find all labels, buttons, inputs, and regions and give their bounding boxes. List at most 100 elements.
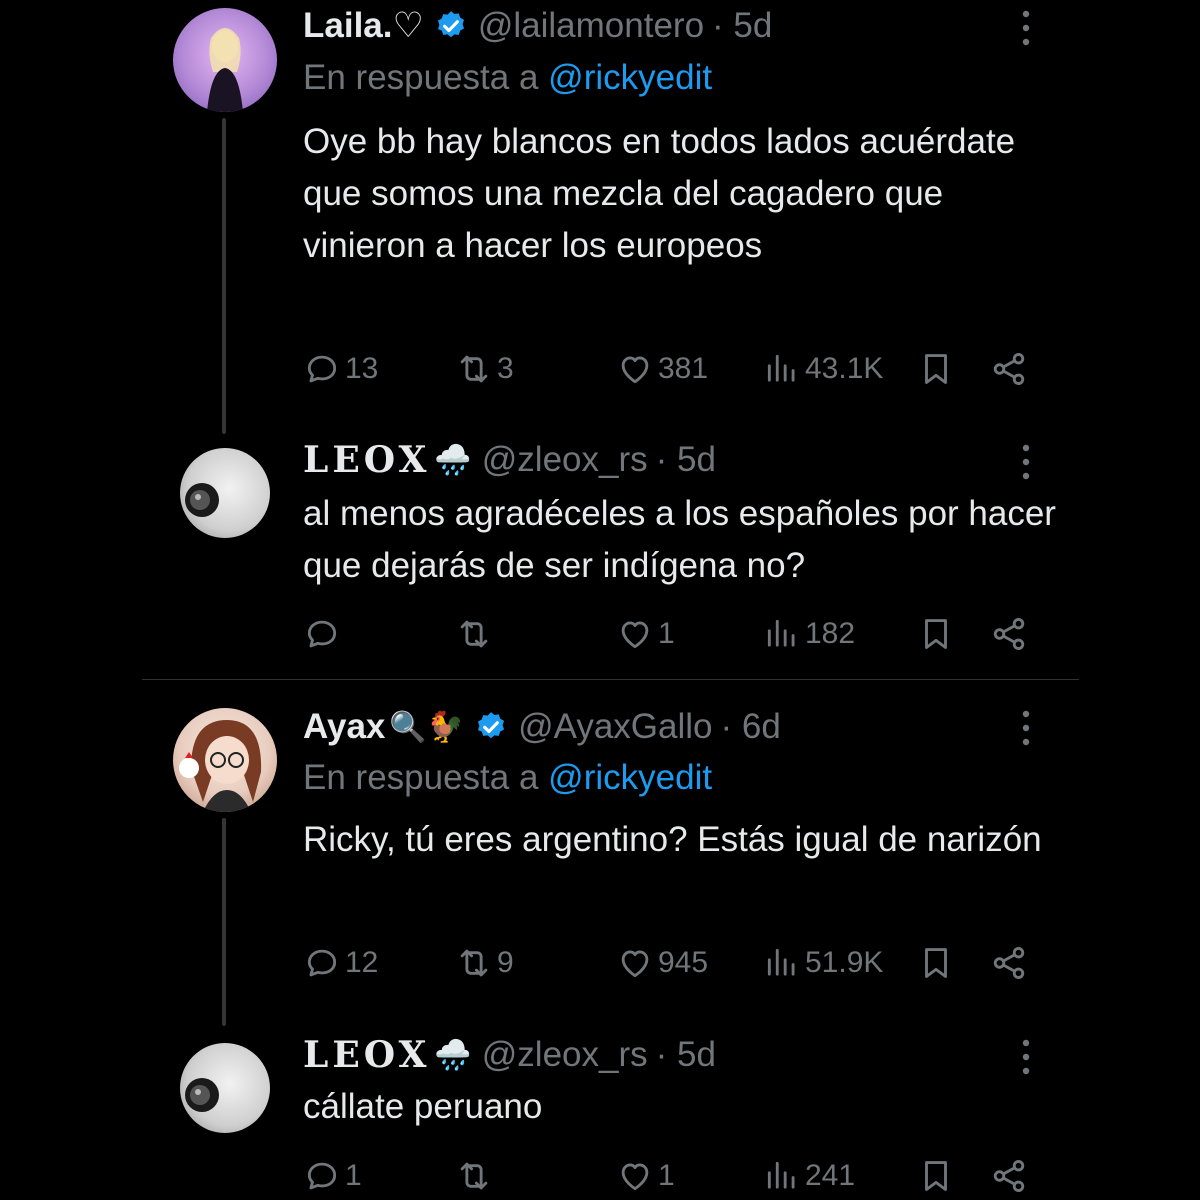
thread-line xyxy=(222,118,226,434)
views-button[interactable]: 43.1K xyxy=(763,347,883,391)
avatar-image xyxy=(207,28,243,112)
reply-icon xyxy=(303,615,341,653)
display-name-emoji: 🌧️ xyxy=(434,1038,472,1072)
bookmark-icon xyxy=(917,944,955,982)
avatar[interactable] xyxy=(180,448,270,538)
like-button[interactable]: 1 xyxy=(616,1154,675,1198)
thread-line xyxy=(222,818,226,1026)
reply-prefix: En respuesta a xyxy=(303,58,539,97)
display-name-emoji: 🌧️ xyxy=(434,443,472,477)
bookmark-button[interactable] xyxy=(917,347,955,391)
reply-context: En respuesta a @rickyedit xyxy=(303,758,712,798)
views-button[interactable]: 241 xyxy=(763,1154,855,1198)
like-button[interactable]: 945 xyxy=(616,941,708,985)
like-count: 1 xyxy=(658,1159,675,1192)
views-icon xyxy=(763,615,801,653)
avatar-image xyxy=(185,1078,219,1112)
post-time[interactable]: · 6d xyxy=(721,707,781,747)
more-options-icon[interactable] xyxy=(1016,8,1036,48)
bookmark-button[interactable] xyxy=(917,941,955,985)
reply-button[interactable] xyxy=(303,612,345,656)
verified-badge-icon xyxy=(434,9,468,43)
avatar-image xyxy=(185,483,219,517)
verified-badge-icon xyxy=(474,710,508,744)
user-handle[interactable]: @lailamontero xyxy=(478,6,704,46)
like-count: 945 xyxy=(658,946,709,979)
retweet-count: 3 xyxy=(497,352,514,385)
tweet-laila[interactable]: Laila.♡ @lailamontero · 5d En respuesta … xyxy=(0,0,1200,434)
reply-icon xyxy=(303,1157,341,1195)
display-name[interactable]: LEOX xyxy=(303,1034,430,1076)
view-count: 241 xyxy=(805,1159,856,1192)
bookmark-icon xyxy=(917,1157,955,1195)
reply-icon xyxy=(303,944,341,982)
reply-button[interactable]: 13 xyxy=(303,347,378,391)
tweet-header: LEOX 🌧️ @zleox_rs · 5d xyxy=(303,438,716,482)
display-name-emoji: 🔍🐓 xyxy=(389,710,465,744)
bookmark-button[interactable] xyxy=(917,1154,955,1198)
retweet-icon xyxy=(455,944,493,982)
display-name[interactable]: LEOX xyxy=(303,439,430,481)
view-count: 51.9K xyxy=(805,946,884,979)
reply-mention-link[interactable]: @rickyedit xyxy=(548,58,712,97)
like-button[interactable]: 1 xyxy=(616,612,675,656)
bookmark-button[interactable] xyxy=(917,612,955,656)
avatar-image xyxy=(179,720,262,812)
retweet-icon xyxy=(455,350,493,388)
retweet-button[interactable]: 3 xyxy=(455,347,514,391)
display-name[interactable]: Laila.♡ xyxy=(303,6,424,46)
thread-divider xyxy=(142,679,1079,680)
tweet-header: LEOX 🌧️ @zleox_rs · 5d xyxy=(303,1033,716,1077)
more-options-icon[interactable] xyxy=(1016,1037,1036,1077)
share-icon xyxy=(990,944,1028,982)
more-options-icon[interactable] xyxy=(1016,442,1036,482)
tweet-leox-2[interactable]: LEOX 🌧️ @zleox_rs · 5d cállate peruano 1… xyxy=(0,1025,1200,1200)
post-time[interactable]: · 5d xyxy=(656,440,716,480)
avatar[interactable] xyxy=(173,8,277,112)
retweet-button[interactable]: 9 xyxy=(455,941,514,985)
retweet-button[interactable] xyxy=(455,612,497,656)
like-icon xyxy=(616,350,654,388)
retweet-button[interactable] xyxy=(455,1154,497,1198)
user-handle[interactable]: @zleox_rs xyxy=(482,440,648,480)
views-icon xyxy=(763,944,801,982)
views-icon xyxy=(763,1157,801,1195)
retweet-count: 9 xyxy=(497,946,514,979)
reply-mention-link[interactable]: @rickyedit xyxy=(548,758,712,797)
avatar[interactable] xyxy=(180,1043,270,1133)
reply-count: 1 xyxy=(345,1159,362,1192)
more-options-icon[interactable] xyxy=(1016,708,1036,748)
tweet-text: Oye bb hay blancos en todos lados acuérd… xyxy=(303,122,1016,265)
tweet-text: al menos agradéceles a los españoles por… xyxy=(303,494,1056,585)
share-button[interactable] xyxy=(990,612,1028,656)
bookmark-icon xyxy=(917,615,955,653)
retweet-icon xyxy=(455,615,493,653)
display-name[interactable]: Ayax xyxy=(303,707,385,747)
post-time[interactable]: · 5d xyxy=(712,6,772,46)
share-icon xyxy=(990,615,1028,653)
reply-prefix: En respuesta a xyxy=(303,758,539,797)
user-handle[interactable]: @AyaxGallo xyxy=(518,707,712,747)
like-icon xyxy=(616,944,654,982)
reply-button[interactable]: 12 xyxy=(303,941,378,985)
share-button[interactable] xyxy=(990,1154,1028,1198)
views-button[interactable]: 182 xyxy=(763,612,855,656)
user-handle[interactable]: @zleox_rs xyxy=(482,1035,648,1075)
tweet-header: Ayax 🔍🐓 @AyaxGallo · 6d xyxy=(303,705,781,749)
views-icon xyxy=(763,350,801,388)
share-button[interactable] xyxy=(990,347,1028,391)
tweet-ayax[interactable]: Ayax 🔍🐓 @AyaxGallo · 6d En respuesta a @… xyxy=(0,700,1200,1026)
action-bar: 1 182 xyxy=(303,612,1043,656)
like-count: 1 xyxy=(658,617,675,650)
views-button[interactable]: 51.9K xyxy=(763,941,883,985)
reply-icon xyxy=(303,350,341,388)
like-icon xyxy=(616,615,654,653)
share-button[interactable] xyxy=(990,941,1028,985)
like-button[interactable]: 381 xyxy=(616,347,708,391)
tweet-leox-1[interactable]: LEOX 🌧️ @zleox_rs · 5d al menos agradéce… xyxy=(0,430,1200,679)
view-count: 182 xyxy=(805,617,856,650)
post-time[interactable]: · 5d xyxy=(656,1035,716,1075)
avatar[interactable] xyxy=(173,708,277,812)
reply-button[interactable]: 1 xyxy=(303,1154,362,1198)
share-icon xyxy=(990,350,1028,388)
